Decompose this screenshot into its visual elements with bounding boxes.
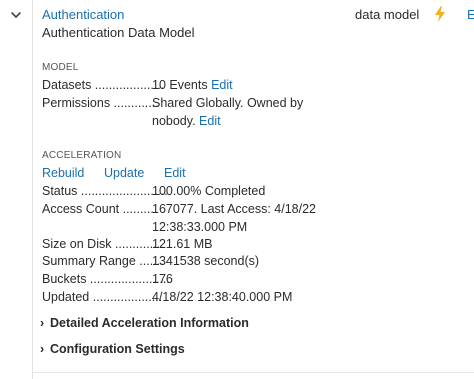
summary-range-label: Summary Range ....... <box>42 254 164 268</box>
permissions-value-line1: Shared Globally. Owned by <box>152 96 304 110</box>
buckets-value: 176 <box>152 272 173 286</box>
size-on-disk-value: 121.61 MB <box>152 237 213 251</box>
row-divider <box>32 372 474 373</box>
chevron-right-icon: › <box>40 316 45 330</box>
data-model-title-link[interactable]: Authentication <box>42 7 124 22</box>
model-section-heading: MODEL <box>42 62 79 73</box>
configuration-settings-label: Configuration Settings <box>50 342 185 356</box>
size-on-disk-label: Size on Disk .............. <box>42 237 164 251</box>
lightning-bolt-icon <box>435 6 445 22</box>
datasets-edit-link[interactable]: Edit <box>211 78 233 92</box>
configuration-settings-expander[interactable]: › Configuration Settings <box>40 342 185 356</box>
rebuild-button[interactable]: Rebuild <box>42 166 84 180</box>
permissions-value-owner: nobody. <box>152 114 196 128</box>
update-button[interactable]: Update <box>104 166 144 180</box>
buckets-label: Buckets ....................... <box>42 272 170 286</box>
summary-range-value: 1341538 second(s) <box>152 254 260 268</box>
data-model-subtitle: Authentication Data Model <box>42 25 195 40</box>
datasets-value: 10 Events <box>152 78 208 92</box>
access-count-value-line2: 12:38:33.000 PM <box>152 220 248 234</box>
detailed-acceleration-label: Detailed Acceleration Information <box>50 316 249 330</box>
edit-action-link-truncated[interactable]: E <box>467 7 474 22</box>
status-value: 100.00% Completed <box>152 184 266 198</box>
type-column-value: data model <box>355 7 420 22</box>
datasets-value-row: 10 Events Edit <box>152 78 233 92</box>
chevron-down-icon[interactable] <box>9 8 23 22</box>
permissions-label: Permissions ............. <box>42 96 159 110</box>
detailed-acceleration-expander[interactable]: › Detailed Acceleration Information <box>40 316 249 330</box>
access-count-value: 167077. Last Access: 4/18/22 <box>152 202 317 216</box>
status-label: Status ......................... <box>42 184 168 198</box>
permissions-edit-link[interactable]: Edit <box>199 114 221 128</box>
acceleration-edit-button[interactable]: Edit <box>164 166 186 180</box>
datasets-label: Datasets .................... <box>42 78 165 92</box>
updated-value: 4/18/22 12:38:40.000 PM <box>152 290 293 304</box>
permissions-value-line2: nobody. Edit <box>152 114 221 128</box>
chevron-right-icon: › <box>40 342 45 356</box>
acceleration-section-heading: ACCELERATION <box>42 150 122 161</box>
access-count-label: Access Count .......... <box>42 202 158 216</box>
updated-label: Updated .................... <box>42 290 163 304</box>
row-toggle-rail <box>0 0 33 379</box>
